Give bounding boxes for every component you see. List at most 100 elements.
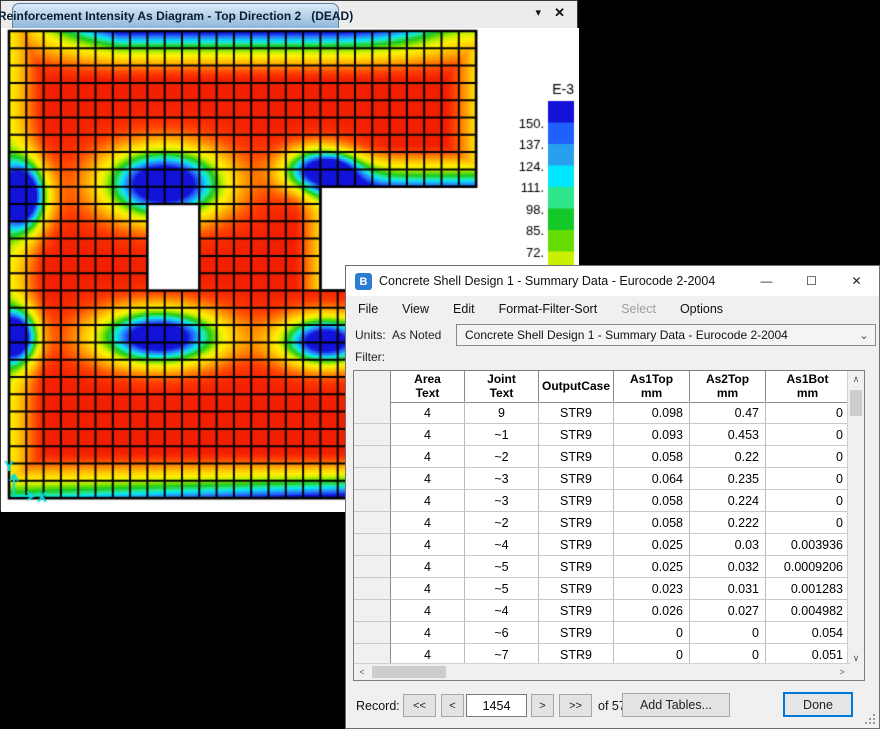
hscroll-thumb[interactable] [372, 666, 446, 678]
cell[interactable]: STR9 [539, 490, 614, 512]
cell[interactable]: 4 [391, 446, 465, 468]
row-selector[interactable] [354, 512, 391, 534]
row-selector[interactable] [354, 402, 391, 424]
first-record-button[interactable]: << [403, 694, 436, 717]
cell[interactable]: ~6 [465, 622, 539, 644]
cell[interactable]: 4 [391, 578, 465, 600]
table-row[interactable]: 4~4STR90.0260.0270.004982 [354, 600, 850, 622]
cell[interactable]: 0.058 [614, 446, 690, 468]
cell[interactable]: 0 [766, 490, 850, 512]
vscroll-thumb[interactable] [850, 390, 862, 416]
cell[interactable]: 0 [690, 622, 766, 644]
cell[interactable]: 0 [766, 402, 850, 424]
cell[interactable]: STR9 [539, 578, 614, 600]
table-row[interactable]: 4~2STR90.0580.220 [354, 446, 850, 468]
row-selector[interactable] [354, 424, 391, 446]
window-menu-caret-icon[interactable]: ▾ [535, 6, 541, 19]
cell[interactable]: ~5 [465, 556, 539, 578]
next-record-button[interactable]: > [531, 694, 554, 717]
table-select-dropdown[interactable]: Concrete Shell Design 1 - Summary Data -… [456, 324, 876, 346]
menu-view[interactable]: View [390, 302, 441, 316]
column-header[interactable]: As2Top mm [690, 371, 766, 402]
done-button[interactable]: Done [783, 692, 853, 717]
cell[interactable]: 0.004982 [766, 600, 850, 622]
scroll-left-icon[interactable]: < [354, 664, 370, 680]
cell[interactable]: 0.003936 [766, 534, 850, 556]
record-number-input[interactable]: 1454 [466, 694, 527, 717]
cell[interactable]: 0.025 [614, 556, 690, 578]
menu-format-filter-sort[interactable]: Format-Filter-Sort [487, 302, 610, 316]
cell[interactable]: ~3 [465, 490, 539, 512]
cell[interactable]: 0 [766, 424, 850, 446]
minimize-icon[interactable]: — [744, 266, 789, 296]
cell[interactable]: 4 [391, 490, 465, 512]
cell[interactable]: STR9 [539, 402, 614, 424]
cell[interactable]: ~5 [465, 578, 539, 600]
cell[interactable]: ~4 [465, 534, 539, 556]
diagram-window-tab[interactable]: Reinforcement Intensity As Diagram - Top… [12, 3, 339, 28]
row-selector[interactable] [354, 446, 391, 468]
cell[interactable]: 0.098 [614, 402, 690, 424]
cell[interactable]: 0.0009206 [766, 556, 850, 578]
row-selector[interactable] [354, 556, 391, 578]
cell[interactable]: ~1 [465, 424, 539, 446]
cell[interactable]: 0.026 [614, 600, 690, 622]
cell[interactable]: STR9 [539, 468, 614, 490]
resize-grip[interactable] [865, 714, 875, 724]
cell[interactable]: 0.03 [690, 534, 766, 556]
table-row[interactable]: 4~5STR90.0250.0320.0009206 [354, 556, 850, 578]
horizontal-scrollbar[interactable]: < > [354, 663, 850, 680]
close-icon[interactable]: ✕ [554, 5, 565, 21]
cell[interactable]: 0.222 [690, 512, 766, 534]
cell[interactable]: 0.058 [614, 512, 690, 534]
cell[interactable]: 0.22 [690, 446, 766, 468]
cell[interactable]: 0.093 [614, 424, 690, 446]
cell[interactable]: STR9 [539, 512, 614, 534]
previous-record-button[interactable]: < [441, 694, 464, 717]
table-row[interactable]: 4~2STR90.0580.2220 [354, 512, 850, 534]
cell[interactable]: 4 [391, 622, 465, 644]
dialog-titlebar[interactable]: B Concrete Shell Design 1 - Summary Data… [346, 266, 879, 296]
cell[interactable]: 0.453 [690, 424, 766, 446]
cell[interactable]: 4 [391, 402, 465, 424]
column-header[interactable]: As1Bot mm [766, 371, 850, 402]
column-header[interactable]: OutputCase [539, 371, 614, 402]
table-row[interactable]: 49STR90.0980.470 [354, 402, 850, 424]
cell[interactable]: ~4 [465, 600, 539, 622]
cell[interactable]: 0 [766, 468, 850, 490]
cell[interactable]: 9 [465, 402, 539, 424]
cell[interactable]: 0 [766, 446, 850, 468]
menu-options[interactable]: Options [668, 302, 735, 316]
cell[interactable]: 0.224 [690, 490, 766, 512]
cell[interactable]: 0.064 [614, 468, 690, 490]
cell[interactable]: 0.47 [690, 402, 766, 424]
cell[interactable]: ~2 [465, 446, 539, 468]
cell[interactable]: 0 [766, 512, 850, 534]
cell[interactable]: 0.058 [614, 490, 690, 512]
column-header[interactable]: As1Top mm [614, 371, 690, 402]
cell[interactable]: 0.235 [690, 468, 766, 490]
row-selector[interactable] [354, 534, 391, 556]
cell[interactable]: 4 [391, 600, 465, 622]
cell[interactable]: 0 [614, 622, 690, 644]
row-selector[interactable] [354, 490, 391, 512]
row-selector[interactable] [354, 600, 391, 622]
cell[interactable]: 4 [391, 512, 465, 534]
vertical-scrollbar[interactable]: ∧ ∨ [847, 371, 864, 666]
cell[interactable]: ~2 [465, 512, 539, 534]
cell[interactable]: 0.031 [690, 578, 766, 600]
maximize-icon[interactable]: ☐ [789, 266, 834, 296]
cell[interactable]: 0.025 [614, 534, 690, 556]
column-header[interactable]: Area Text [391, 371, 465, 402]
scroll-up-icon[interactable]: ∧ [848, 371, 864, 387]
menu-edit[interactable]: Edit [441, 302, 487, 316]
add-tables-button[interactable]: Add Tables... [622, 693, 730, 717]
cell[interactable]: STR9 [539, 424, 614, 446]
cell[interactable]: 4 [391, 534, 465, 556]
cell[interactable]: STR9 [539, 600, 614, 622]
cell[interactable]: STR9 [539, 556, 614, 578]
table-row[interactable]: 4~3STR90.0640.2350 [354, 468, 850, 490]
cell[interactable]: 0.001283 [766, 578, 850, 600]
table-row[interactable]: 4~5STR90.0230.0310.001283 [354, 578, 850, 600]
cell[interactable]: ~3 [465, 468, 539, 490]
